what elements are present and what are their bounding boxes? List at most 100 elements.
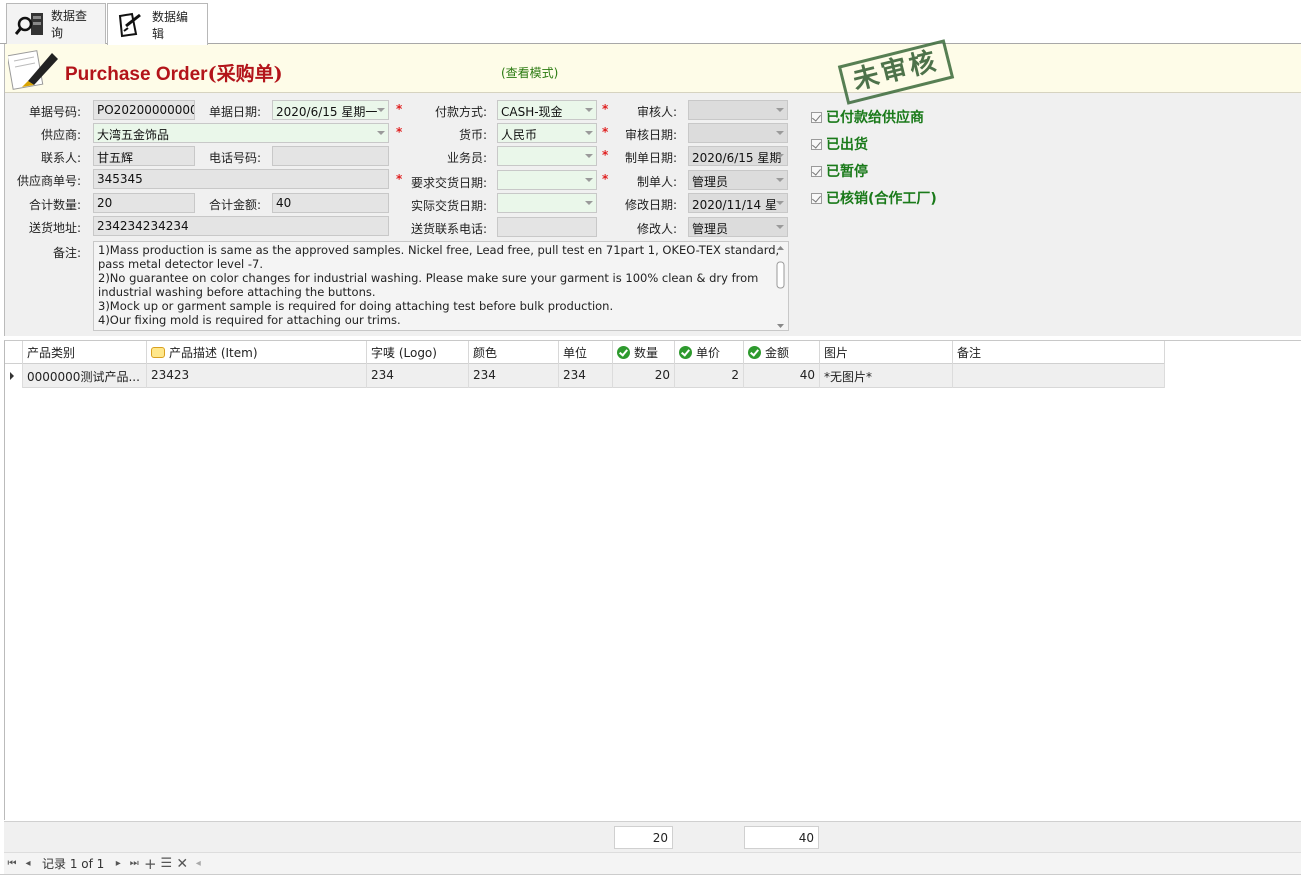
tab-data-edit[interactable]: 数据编辑: [107, 3, 208, 45]
doc-no-field[interactable]: PO20200000000: [93, 100, 195, 120]
modifier-field[interactable]: 管理员: [688, 217, 788, 237]
supplier-label: 供应商:: [40, 128, 81, 142]
cell-logo[interactable]: 234: [367, 364, 469, 388]
col-price[interactable]: 单价: [675, 341, 744, 364]
create-date-value: 2020/6/15 星期: [692, 151, 782, 165]
actual-delivery-field[interactable]: [497, 193, 597, 213]
remark-textarea[interactable]: 1)Mass production is same as the approve…: [93, 241, 789, 331]
cell-category[interactable]: 0000000测试产品...: [23, 364, 147, 388]
required-mark: *: [602, 125, 609, 139]
cell-description[interactable]: 23423: [147, 364, 367, 388]
cell-unit[interactable]: 234: [559, 364, 613, 388]
col-label: 颜色: [473, 346, 498, 360]
creator-field[interactable]: 管理员: [688, 170, 788, 190]
address-field[interactable]: 234234234234: [93, 216, 389, 236]
col-qty[interactable]: 数量: [613, 341, 675, 364]
required-mark: *: [396, 125, 403, 139]
supplier-no-label: 供应商单号:: [16, 174, 81, 188]
total-qty-field[interactable]: 20: [93, 193, 195, 213]
col-amount[interactable]: 金额: [744, 341, 820, 364]
col-image[interactable]: 图片: [820, 341, 953, 364]
payment-label: 付款方式:: [434, 105, 487, 119]
first-record-icon[interactable]: ⏮: [4, 856, 20, 872]
create-date-field[interactable]: 2020/6/15 星期: [688, 146, 788, 166]
shipped-checkbox[interactable]: 已出货: [811, 134, 868, 154]
total-amt-label: 合计金额:: [208, 198, 261, 212]
req-delivery-label: 要求交货日期:: [410, 176, 487, 190]
prev-record-icon[interactable]: ◂: [20, 856, 36, 872]
chevron-down-icon[interactable]: [585, 108, 593, 112]
col-color[interactable]: 颜色: [469, 341, 559, 364]
supplier-field[interactable]: 大湾五金饰品: [93, 123, 389, 143]
tab-data-query-label: 数据查询: [51, 9, 88, 40]
form-header: Purchase Order(采购单) (查看模式): [5, 44, 1301, 93]
col-remark[interactable]: 备注: [953, 341, 1165, 364]
chevron-down-icon[interactable]: [377, 131, 385, 135]
currency-label: 货币:: [458, 128, 487, 142]
next-record-icon[interactable]: ▸: [110, 856, 126, 872]
col-logo[interactable]: 字唛 (Logo): [367, 341, 469, 364]
col-category[interactable]: 产品类别: [23, 341, 147, 364]
cell-image[interactable]: *无图片*: [820, 364, 953, 388]
modify-date-value: 2020/11/14 星: [692, 198, 777, 212]
total-amt-field[interactable]: 40: [272, 193, 389, 213]
cell-amount[interactable]: 40: [744, 364, 820, 388]
remark-scrollbar[interactable]: [775, 244, 786, 328]
paused-label: 已暂停: [826, 164, 868, 180]
cell-qty[interactable]: 20: [613, 364, 675, 388]
edit-record-icon[interactable]: ☰: [158, 856, 174, 872]
chevron-down-icon[interactable]: [377, 108, 385, 112]
remark-line: pass metal detector level -7.: [98, 257, 264, 271]
title-en: Purchase Order: [65, 64, 208, 85]
currency-field[interactable]: 人民币: [497, 123, 597, 143]
chevron-down-icon[interactable]: [585, 131, 593, 135]
tab-data-query[interactable]: 数据查询: [6, 3, 106, 44]
delete-record-icon[interactable]: ✕: [174, 856, 190, 872]
payment-value: CASH-现金: [501, 105, 563, 119]
written-off-checkbox[interactable]: 已核销(合作工厂): [811, 188, 937, 208]
chevron-down-icon[interactable]: [585, 154, 593, 158]
paid-supplier-checkbox[interactable]: 已付款给供应商: [811, 107, 924, 127]
chevron-down-icon[interactable]: [776, 108, 784, 112]
audit-date-field[interactable]: [688, 123, 788, 143]
doc-date-field[interactable]: 2020/6/15 星期一: [272, 100, 389, 120]
chevron-down-icon[interactable]: [776, 131, 784, 135]
modify-date-field[interactable]: 2020/11/14 星: [688, 193, 788, 213]
phone-field[interactable]: [272, 146, 389, 166]
chevron-down-icon[interactable]: [776, 201, 784, 205]
auditor-field[interactable]: [688, 100, 788, 120]
chevron-down-icon[interactable]: [585, 178, 593, 182]
required-mark: *: [602, 172, 609, 186]
required-mark: *: [602, 102, 609, 116]
add-record-icon[interactable]: +: [142, 856, 158, 872]
col-description[interactable]: 产品描述 (Item): [147, 341, 367, 364]
delivery-phone-field[interactable]: [497, 217, 597, 237]
col-unit[interactable]: 单位: [559, 341, 613, 364]
contact-field[interactable]: 甘五辉: [93, 146, 195, 166]
written-off-label: 已核销(合作工厂): [826, 191, 937, 207]
cell-price[interactable]: 2: [675, 364, 744, 388]
doc-date-label: 单据日期:: [208, 105, 261, 119]
last-record-icon[interactable]: ⏭: [126, 856, 142, 872]
check-circle-icon: [748, 346, 761, 359]
paused-checkbox[interactable]: 已暂停: [811, 161, 868, 181]
delivery-phone-label: 送货联系电话:: [410, 222, 487, 236]
chevron-down-icon[interactable]: [776, 225, 784, 229]
cell-color[interactable]: 234: [469, 364, 559, 388]
col-label: 字唛 (Logo): [371, 346, 437, 360]
col-label: 金额: [765, 346, 790, 360]
col-label: 产品类别: [27, 346, 76, 360]
scroll-left-icon[interactable]: ◂: [190, 856, 206, 872]
chevron-down-icon[interactable]: [585, 201, 593, 205]
cell-remark[interactable]: [953, 364, 1165, 388]
chevron-down-icon[interactable]: [776, 154, 784, 158]
modifier-value: 管理员: [692, 222, 729, 236]
order-form-panel: Purchase Order(采购单) (查看模式) 未审核 单据号码: PO2…: [4, 39, 1301, 336]
remark-line: industrial washing before attaching the …: [98, 285, 376, 299]
chevron-down-icon[interactable]: [776, 178, 784, 182]
supplier-no-field[interactable]: 345345: [93, 169, 389, 189]
salesman-field[interactable]: [497, 146, 597, 166]
req-delivery-field[interactable]: [497, 170, 597, 190]
payment-field[interactable]: CASH-现金: [497, 100, 597, 120]
table-row[interactable]: 0000000测试产品... 23423 234 234 234 20 2 40…: [5, 364, 1165, 388]
